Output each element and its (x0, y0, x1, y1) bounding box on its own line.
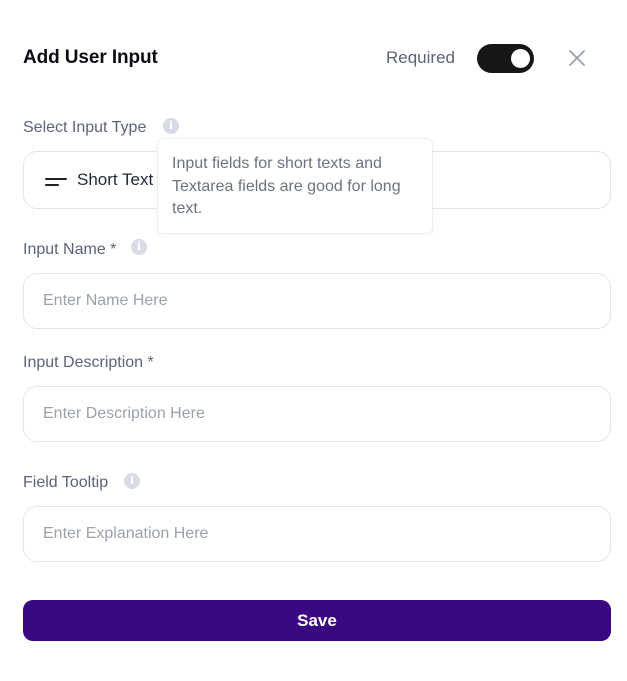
input-name-field[interactable] (24, 274, 610, 328)
field-tooltip-label: Field Tooltip (23, 474, 109, 491)
input-description-field-wrapper (23, 386, 611, 442)
input-type-tooltip: Input fields for short texts and Textare… (157, 138, 433, 234)
input-name-field-wrapper (23, 273, 611, 329)
close-icon (569, 50, 585, 66)
input-name-label: Input Name * (23, 241, 117, 258)
required-label: Required (386, 48, 455, 67)
input-type-value: Short Text (77, 170, 154, 189)
close-button[interactable] (566, 47, 588, 69)
toggle-knob (511, 49, 530, 68)
input-description-label: Input Description * (23, 354, 154, 371)
save-button[interactable]: Save (23, 600, 611, 641)
modal-title: Add User Input (23, 47, 158, 68)
info-icon[interactable]: i (124, 473, 140, 489)
field-tooltip-field-wrapper (23, 506, 611, 562)
input-description-field[interactable] (24, 387, 610, 441)
required-toggle[interactable] (477, 44, 534, 73)
info-icon[interactable]: i (163, 118, 179, 134)
info-icon[interactable]: i (131, 239, 147, 255)
input-type-label: Select Input Type (23, 119, 147, 136)
field-tooltip-field[interactable] (24, 507, 610, 561)
short-text-icon (45, 178, 67, 186)
